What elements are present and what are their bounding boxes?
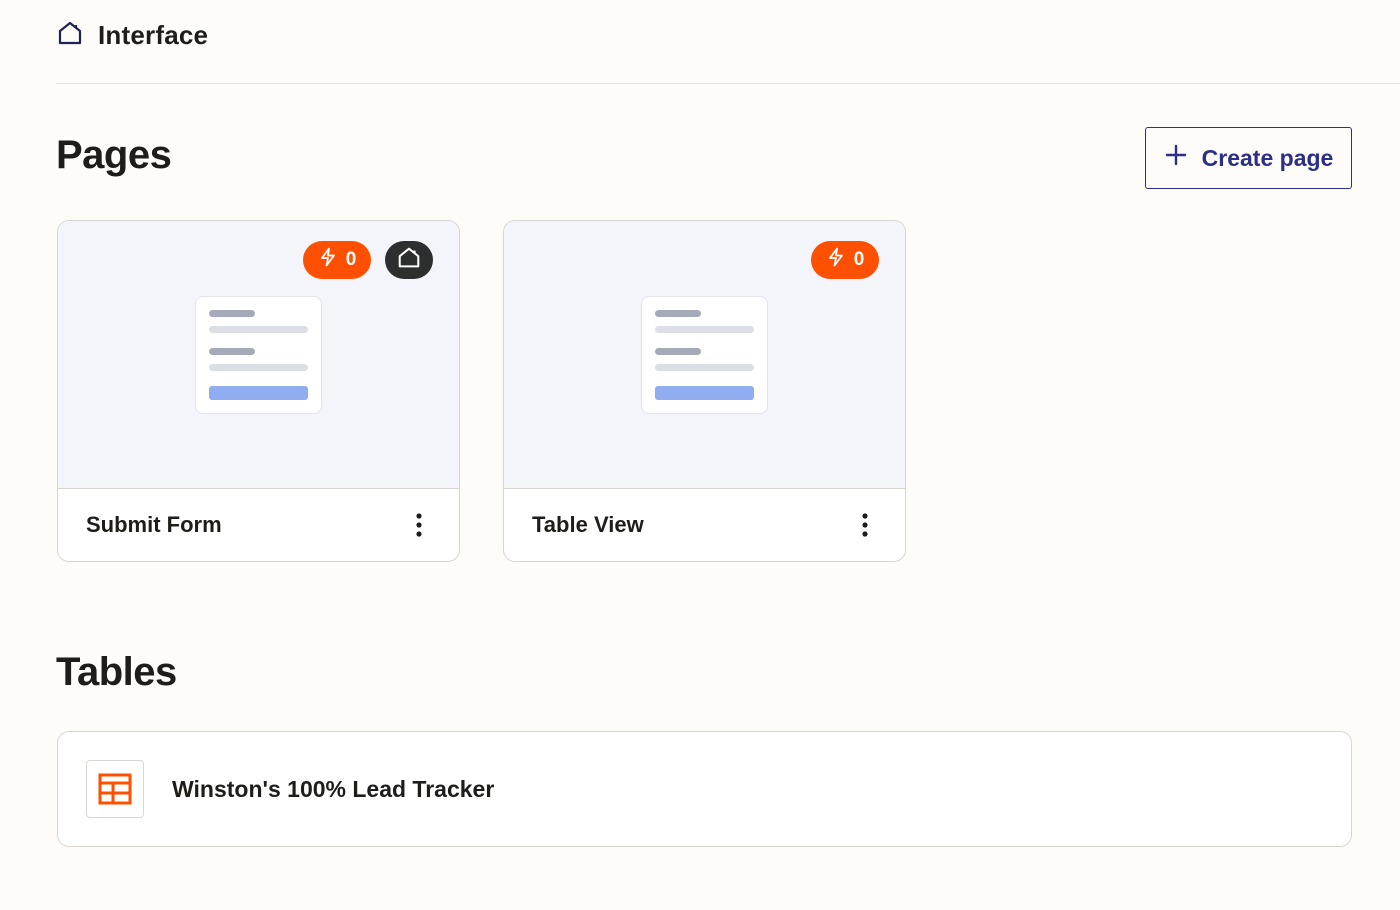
zap-count-badge[interactable]: 0: [811, 241, 879, 279]
page-preview: 0: [504, 221, 905, 489]
tables-section-title: Tables: [56, 650, 177, 694]
create-page-button[interactable]: Create page: [1145, 127, 1352, 189]
table-icon: [86, 760, 144, 818]
breadcrumb[interactable]: Interface: [56, 18, 208, 52]
page-preview: 0: [58, 221, 459, 489]
more-options-icon[interactable]: [407, 510, 431, 540]
lightning-icon: [826, 247, 846, 273]
zap-count: 0: [345, 249, 357, 270]
top-bar: Interface: [56, 18, 1400, 84]
card-badges: 0: [811, 241, 879, 279]
more-options-icon[interactable]: [853, 510, 877, 540]
form-thumbnail-icon: [195, 296, 322, 414]
card-badges: 0: [303, 241, 433, 279]
form-thumbnail-icon: [641, 296, 768, 414]
table-name: Winston's 100% Lead Tracker: [172, 775, 495, 802]
home-icon: [396, 245, 422, 276]
page-card-submit-form[interactable]: 0 Submit Form: [57, 220, 460, 562]
breadcrumb-label: Interface: [98, 19, 209, 50]
page-card-title: Submit Form: [86, 512, 222, 537]
card-footer: Table View: [504, 489, 905, 561]
zap-count-badge[interactable]: 0: [303, 241, 371, 279]
pages-section-title: Pages: [56, 133, 172, 177]
home-page-badge: [385, 241, 433, 279]
home-icon: [56, 19, 84, 52]
card-footer: Submit Form: [58, 489, 459, 561]
plus-icon: [1164, 143, 1188, 173]
page-card-table-view[interactable]: 0 Table View: [503, 220, 906, 562]
create-page-label: Create page: [1201, 144, 1334, 171]
zap-count: 0: [853, 249, 865, 270]
table-list-item[interactable]: Winston's 100% Lead Tracker: [57, 731, 1352, 847]
lightning-icon: [318, 247, 338, 273]
page-card-title: Table View: [532, 512, 644, 537]
